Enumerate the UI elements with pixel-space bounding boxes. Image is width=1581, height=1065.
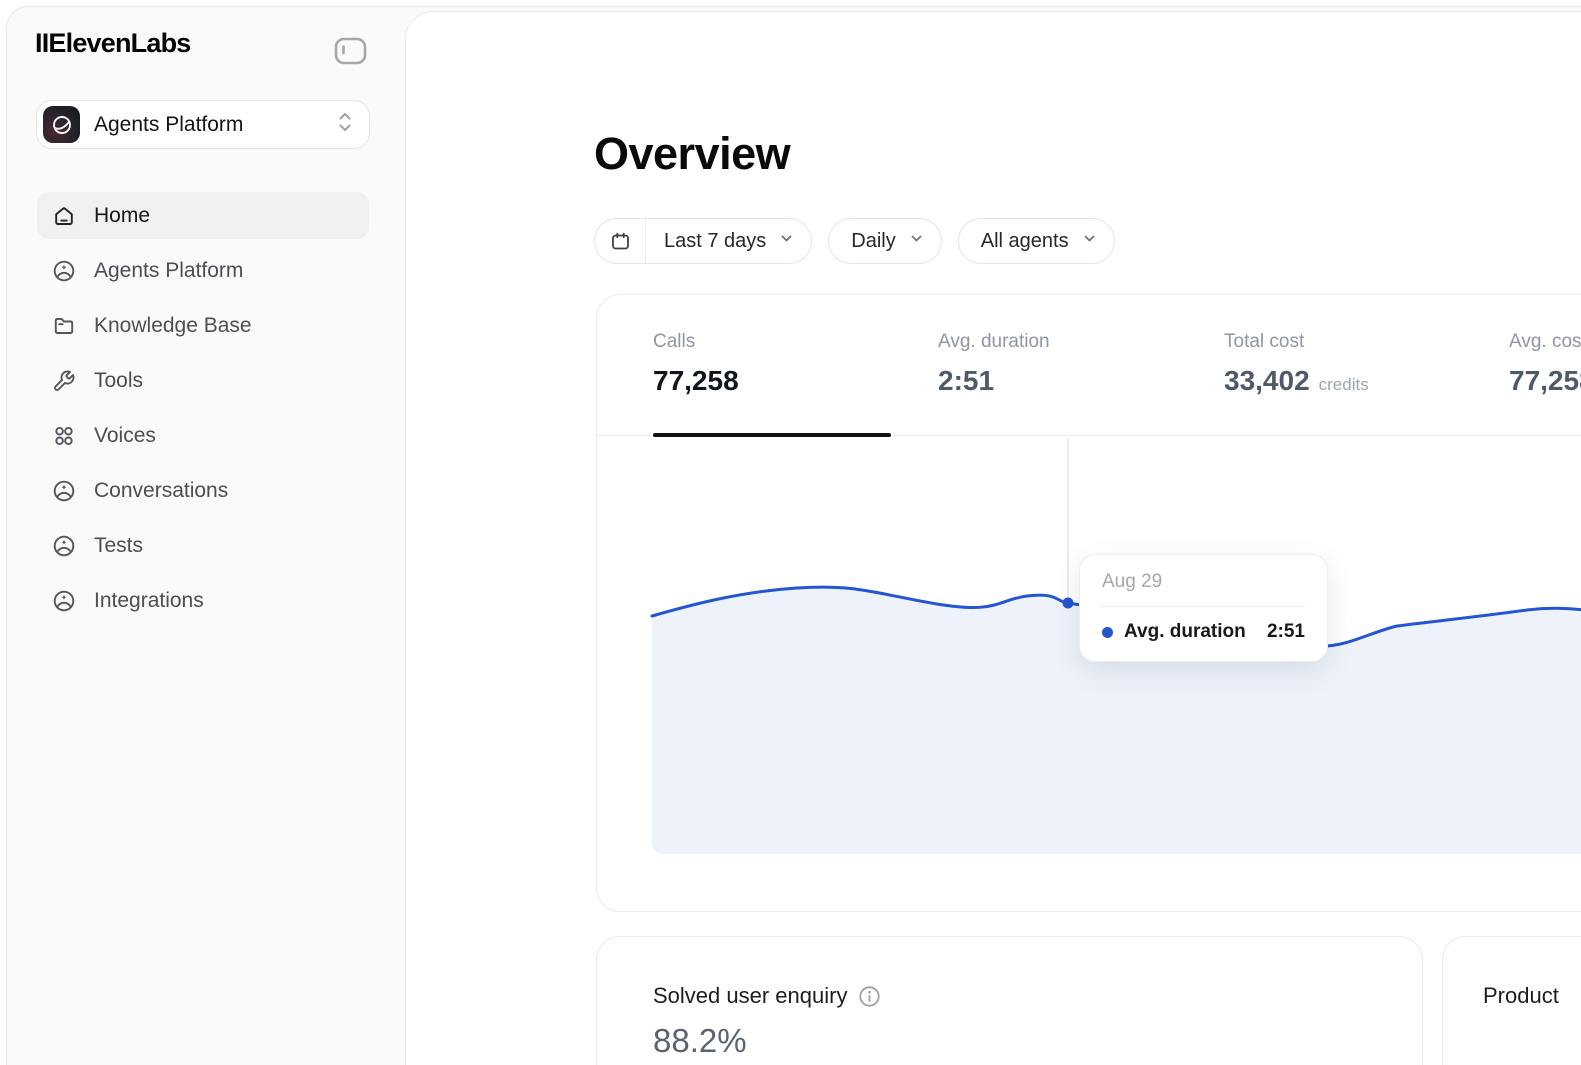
sidebar-item-integrations[interactable]: Integrations	[37, 577, 369, 624]
wrench-icon	[52, 369, 76, 393]
agent-face-icon	[52, 534, 76, 558]
sidebar-item-voices[interactable]: Voices	[37, 412, 369, 459]
agents-platform-app-icon	[43, 106, 80, 143]
stat-label: Calls	[653, 331, 739, 353]
tooltip-divider	[1100, 606, 1307, 607]
chevron-down-icon	[1081, 230, 1098, 253]
stat-tab-avg-duration[interactable]: Avg. duration 2:51	[938, 331, 1050, 397]
sidebar-item-label: Conversations	[94, 479, 228, 503]
granularity-filter[interactable]: Daily	[828, 218, 941, 264]
agent-face-icon	[52, 589, 76, 613]
metric-title: Solved user enquiry	[653, 983, 847, 1009]
stat-value: 33,402	[1224, 365, 1310, 397]
granularity-label: Daily	[829, 230, 907, 253]
stat-value: 2:51	[938, 365, 994, 397]
chevron-down-icon	[908, 230, 925, 253]
stat-label: Avg. duration	[938, 331, 1050, 353]
main-panel: Overview Last 7 days Daily	[405, 11, 1581, 1065]
stat-tab-avg-cost[interactable]: Avg. cost 77,258	[1509, 331, 1581, 397]
sidebar-item-label: Tools	[94, 369, 143, 393]
chevron-up-down-icon	[335, 109, 355, 140]
filters-row: Last 7 days Daily All agents	[594, 218, 1115, 264]
workspace-selector[interactable]: Agents Platform	[36, 100, 370, 149]
agent-face-icon	[52, 479, 76, 503]
folder-icon	[52, 314, 76, 338]
sidebar-item-label: Agents Platform	[94, 259, 243, 283]
app-viewport: IIElevenLabs Agents Platform	[0, 0, 1581, 1065]
date-range-filter[interactable]: Last 7 days	[594, 218, 812, 264]
sidebar-item-tools[interactable]: Tools	[37, 357, 369, 404]
stat-value-suffix: credits	[1319, 375, 1369, 395]
info-icon[interactable]	[858, 985, 881, 1008]
sidebar-item-label: Knowledge Base	[94, 314, 252, 338]
metric-title: Product	[1483, 983, 1559, 1009]
agents-filter-label: All agents	[959, 230, 1081, 253]
agents-filter[interactable]: All agents	[958, 218, 1115, 264]
metric-card-product: Product	[1442, 936, 1581, 1065]
stat-tab-calls[interactable]: Calls 77,258	[653, 331, 739, 397]
sidebar-item-knowledge-base[interactable]: Knowledge Base	[37, 302, 369, 349]
sidebar-item-conversations[interactable]: Conversations	[37, 467, 369, 514]
sidebar-item-home[interactable]: Home	[37, 192, 369, 239]
sidebar-item-tests[interactable]: Tests	[37, 522, 369, 569]
home-icon	[52, 204, 76, 228]
tooltip-date: Aug 29	[1102, 571, 1305, 593]
sidebar-item-label: Integrations	[94, 589, 204, 613]
chevron-down-icon	[778, 230, 795, 253]
sidebar-item-label: Home	[94, 204, 150, 228]
stat-value: 77,258	[653, 365, 739, 397]
sidebar-item-agents-platform[interactable]: Agents Platform	[37, 247, 369, 294]
voices-grid-icon	[52, 424, 76, 448]
agent-face-icon	[52, 259, 76, 283]
page-title: Overview	[594, 128, 790, 180]
overview-chart-card: Calls 77,258 Avg. duration 2:51 Total co…	[596, 294, 1581, 912]
chart-tooltip: Aug 29 Avg. duration 2:51	[1079, 554, 1328, 662]
metric-value: 88.2%	[653, 1022, 1422, 1060]
sidebar-nav: Home Agents Platform Knowledge Base	[37, 192, 369, 624]
calendar-icon	[595, 219, 646, 263]
workspace-label: Agents Platform	[94, 113, 243, 137]
stat-value: 77,258	[1509, 365, 1581, 397]
elevenlabs-logo: IIElevenLabs	[35, 28, 190, 59]
tooltip-series-value: 2:51	[1267, 621, 1305, 643]
sidebar-collapse-icon[interactable]	[334, 36, 368, 66]
sidebar-item-label: Voices	[94, 424, 156, 448]
highlighted-point	[1063, 598, 1074, 609]
stat-tab-total-cost[interactable]: Total cost 33,402 credits	[1224, 331, 1369, 397]
metric-card-solved-user-enquiry: Solved user enquiry 88.2%	[596, 936, 1423, 1065]
tooltip-series-label: Avg. duration	[1124, 621, 1246, 643]
sidebar-item-label: Tests	[94, 534, 143, 558]
series-dot-icon	[1102, 627, 1113, 638]
stat-label: Avg. cost	[1509, 331, 1581, 353]
stat-label: Total cost	[1224, 331, 1369, 353]
active-stat-indicator	[653, 433, 891, 437]
date-range-label: Last 7 days	[646, 230, 778, 253]
